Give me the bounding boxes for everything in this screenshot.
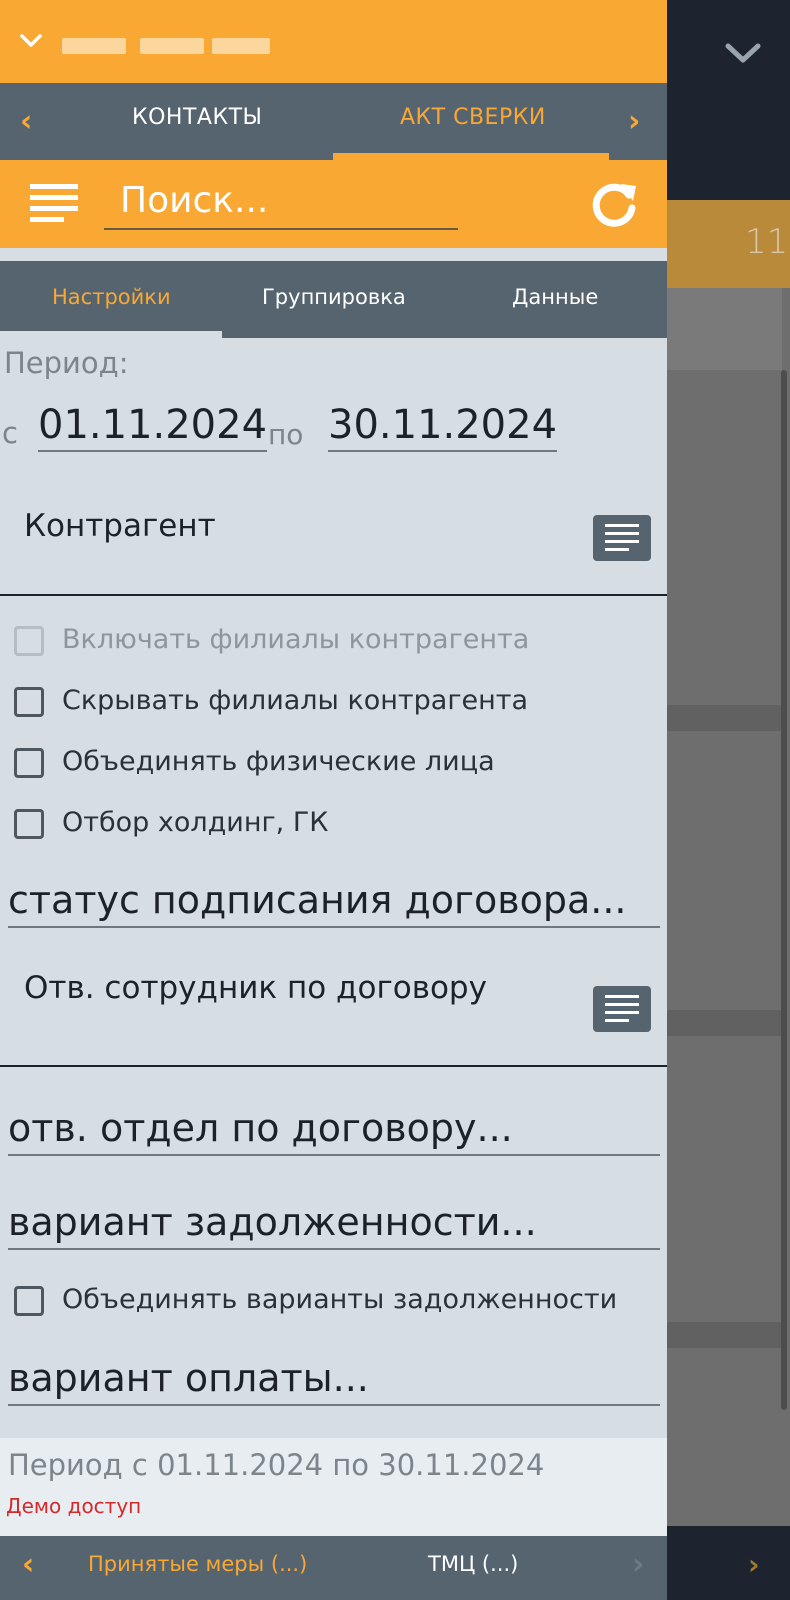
search-input[interactable] <box>104 172 458 230</box>
active-tab-indicator <box>0 331 222 338</box>
checkbox-box[interactable] <box>14 809 44 839</box>
prev-tab-arrow-icon[interactable]: ‹ <box>22 1550 34 1580</box>
prev-tab-arrow-icon[interactable]: ‹ <box>20 107 32 137</box>
period-label: Период: <box>4 346 129 380</box>
search-bar <box>0 160 667 248</box>
counterparty-select-button[interactable] <box>593 515 651 561</box>
responsible-department-field[interactable]: отв. отдел по договору... <box>8 1106 660 1156</box>
background-strip <box>660 705 782 731</box>
checkbox-box[interactable] <box>14 626 44 656</box>
list-icon <box>605 524 639 551</box>
menu-icon[interactable] <box>30 184 78 224</box>
background-next-arrow-icon[interactable]: › <box>748 1548 760 1581</box>
date-from-field[interactable]: 01.11.2024 <box>38 402 268 452</box>
refresh-icon[interactable] <box>588 178 640 230</box>
date-from-label: с <box>2 416 18 450</box>
tab-settings[interactable]: Настройки <box>52 285 171 309</box>
payment-variant-field[interactable]: вариант оплаты... <box>8 1356 660 1406</box>
title-bar <box>0 0 667 83</box>
date-to-label: по <box>268 418 304 451</box>
divider <box>0 1065 667 1067</box>
background-strip <box>660 1010 782 1036</box>
masked-title <box>212 38 270 54</box>
list-icon <box>605 995 639 1022</box>
responsible-employee-select-button[interactable] <box>593 986 651 1032</box>
responsible-employee-label: Отв. сотрудник по договору <box>24 970 487 1006</box>
debt-variant-field[interactable]: вариант задолженности... <box>8 1200 660 1250</box>
contract-status-field[interactable]: статус подписания договора... <box>8 878 660 928</box>
divider <box>0 594 667 596</box>
checkbox-box[interactable] <box>14 687 44 717</box>
background-scrollbar[interactable] <box>781 370 787 1410</box>
next-tab-arrow-icon[interactable]: › <box>628 107 640 137</box>
period-summary-text: Период с 01.11.2024 по 30.11.2024 <box>8 1448 545 1482</box>
section-tabs: ‹ КОНТАКТЫ АКТ СВЕРКИ › <box>0 83 667 160</box>
tab-data[interactable]: Данные <box>512 285 598 309</box>
checkbox-label: Объединять варианты задолженности <box>62 1284 618 1315</box>
active-tab-indicator <box>333 153 609 160</box>
tab-grouping[interactable]: Группировка <box>262 285 406 309</box>
background-band <box>660 288 782 370</box>
chevron-down-icon[interactable] <box>18 28 44 54</box>
demo-access-note: Демо доступ <box>6 1494 142 1518</box>
date-to-field[interactable]: 30.11.2024 <box>328 402 558 452</box>
next-tab-arrow-icon[interactable]: › <box>632 1550 644 1580</box>
checkbox-label: Отбор холдинг, ГК <box>62 807 329 838</box>
background-strip <box>660 1322 782 1348</box>
report-tabs: Настройки Группировка Данные <box>0 261 667 338</box>
masked-title <box>62 38 126 54</box>
tab-inventory[interactable]: ТМЦ (...) <box>428 1552 518 1576</box>
checkbox-box[interactable] <box>14 748 44 778</box>
background-bottom-bar <box>660 1526 790 1600</box>
tab-contacts[interactable]: КОНТАКТЫ <box>132 105 262 130</box>
checkbox-box[interactable] <box>14 1286 44 1316</box>
report-summary: Период с 01.11.2024 по 30.11.2024 Демо д… <box>0 1438 667 1536</box>
settings-panel: ‹ КОНТАКТЫ АКТ СВЕРКИ › Настройки Группи… <box>0 0 667 1600</box>
checkbox-label: Включать филиалы контрагента <box>62 624 530 655</box>
chevron-down-icon[interactable] <box>718 28 768 78</box>
tab-measures-taken[interactable]: Принятые меры (...) <box>88 1552 307 1576</box>
checkbox-label: Скрывать филиалы контрагента <box>62 685 529 716</box>
background-count: 11 <box>745 222 789 262</box>
tab-reconciliation-act[interactable]: АКТ СВЕРКИ <box>400 105 546 130</box>
bottom-tabs: ‹ Принятые меры (...) ТМЦ (...) › <box>0 1536 667 1600</box>
separator <box>0 248 667 261</box>
counterparty-label: Контрагент <box>24 508 216 544</box>
checkbox-label: Объединять физические лица <box>62 746 495 777</box>
masked-title <box>140 38 204 54</box>
